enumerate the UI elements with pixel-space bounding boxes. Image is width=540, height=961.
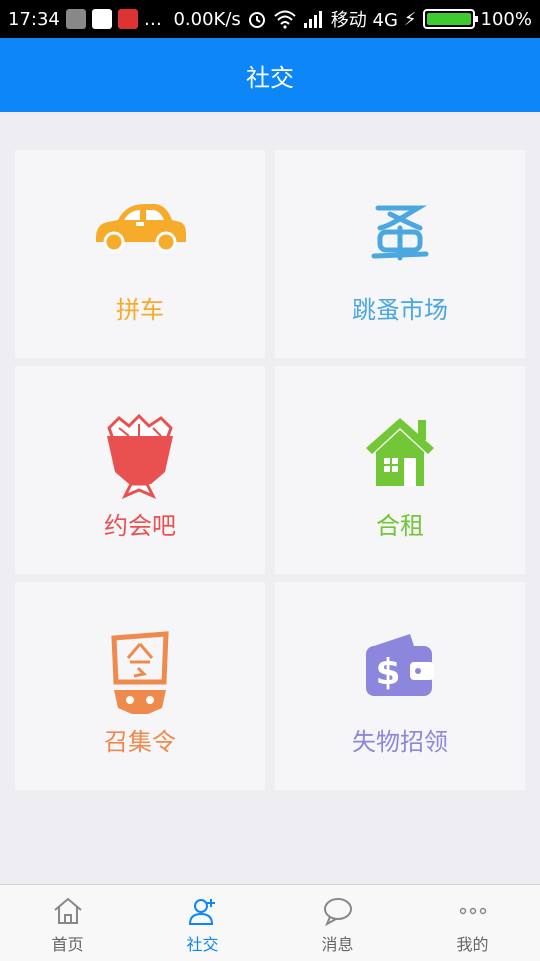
social-icon	[188, 899, 215, 925]
tile-label-carpool: 拼车	[116, 296, 164, 324]
status-time: 17:34	[8, 8, 60, 30]
tab-label-home: 首页	[51, 935, 84, 954]
tile-label-lost-found: 失物招领	[352, 728, 448, 756]
flower-bouquet-icon	[107, 414, 173, 499]
bottom-tab-bar: 首页 社交 消息 我的	[0, 884, 540, 961]
wallet-icon: $	[366, 634, 434, 696]
app-notification-icon	[117, 9, 138, 29]
tile-summon[interactable]: 召集令	[15, 582, 265, 790]
network-speed: 0.00K/s	[173, 8, 241, 30]
tile-flea-market[interactable]: 跳蚤市场	[275, 150, 525, 358]
tile-lost-found[interactable]: $ 失物招领	[275, 582, 525, 790]
tab-home[interactable]: 首页	[0, 885, 135, 961]
tile-label-shared-rent: 合租	[376, 512, 424, 540]
chat-icon	[323, 898, 352, 927]
home-icon	[53, 897, 82, 924]
app-header: 社交	[0, 38, 540, 112]
summon-token-icon	[111, 631, 169, 714]
charging-icon: ⚡	[403, 8, 417, 30]
page-title: 社交	[246, 63, 294, 92]
battery-icon	[422, 9, 478, 29]
more-notifications-icon: …	[143, 8, 162, 30]
status-bar: 17:34 … 0.00K/s 移动 4G ⚡ 100%	[0, 0, 540, 38]
house-icon	[366, 418, 434, 486]
tile-shared-rent[interactable]: 合租	[275, 366, 525, 574]
tile-label-dating: 约会吧	[104, 512, 176, 540]
tab-social[interactable]: 社交	[135, 885, 270, 961]
notification-icon	[65, 9, 86, 29]
more-icon	[459, 907, 486, 915]
svg-text:$: $	[375, 652, 400, 693]
car-icon	[96, 204, 186, 253]
wifi-icon	[274, 10, 296, 29]
tab-mine[interactable]: 我的	[405, 885, 540, 961]
tile-carpool[interactable]: 拼车	[15, 150, 265, 358]
flea-market-icon	[371, 205, 429, 261]
tile-dating[interactable]: 约会吧	[15, 366, 265, 574]
carrier-label: 移动 4G	[330, 10, 398, 31]
tile-label-summon: 召集令	[104, 728, 176, 756]
tile-label-flea-market: 跳蚤市场	[352, 296, 448, 324]
tab-label-messages: 消息	[321, 935, 354, 954]
signal-icon	[303, 11, 322, 28]
tab-label-social: 社交	[186, 935, 219, 954]
battery-percent: 100%	[480, 8, 532, 30]
tab-messages[interactable]: 消息	[270, 885, 405, 961]
qq-icon	[91, 9, 112, 29]
tab-label-mine: 我的	[456, 935, 489, 954]
alarm-icon	[248, 12, 265, 28]
